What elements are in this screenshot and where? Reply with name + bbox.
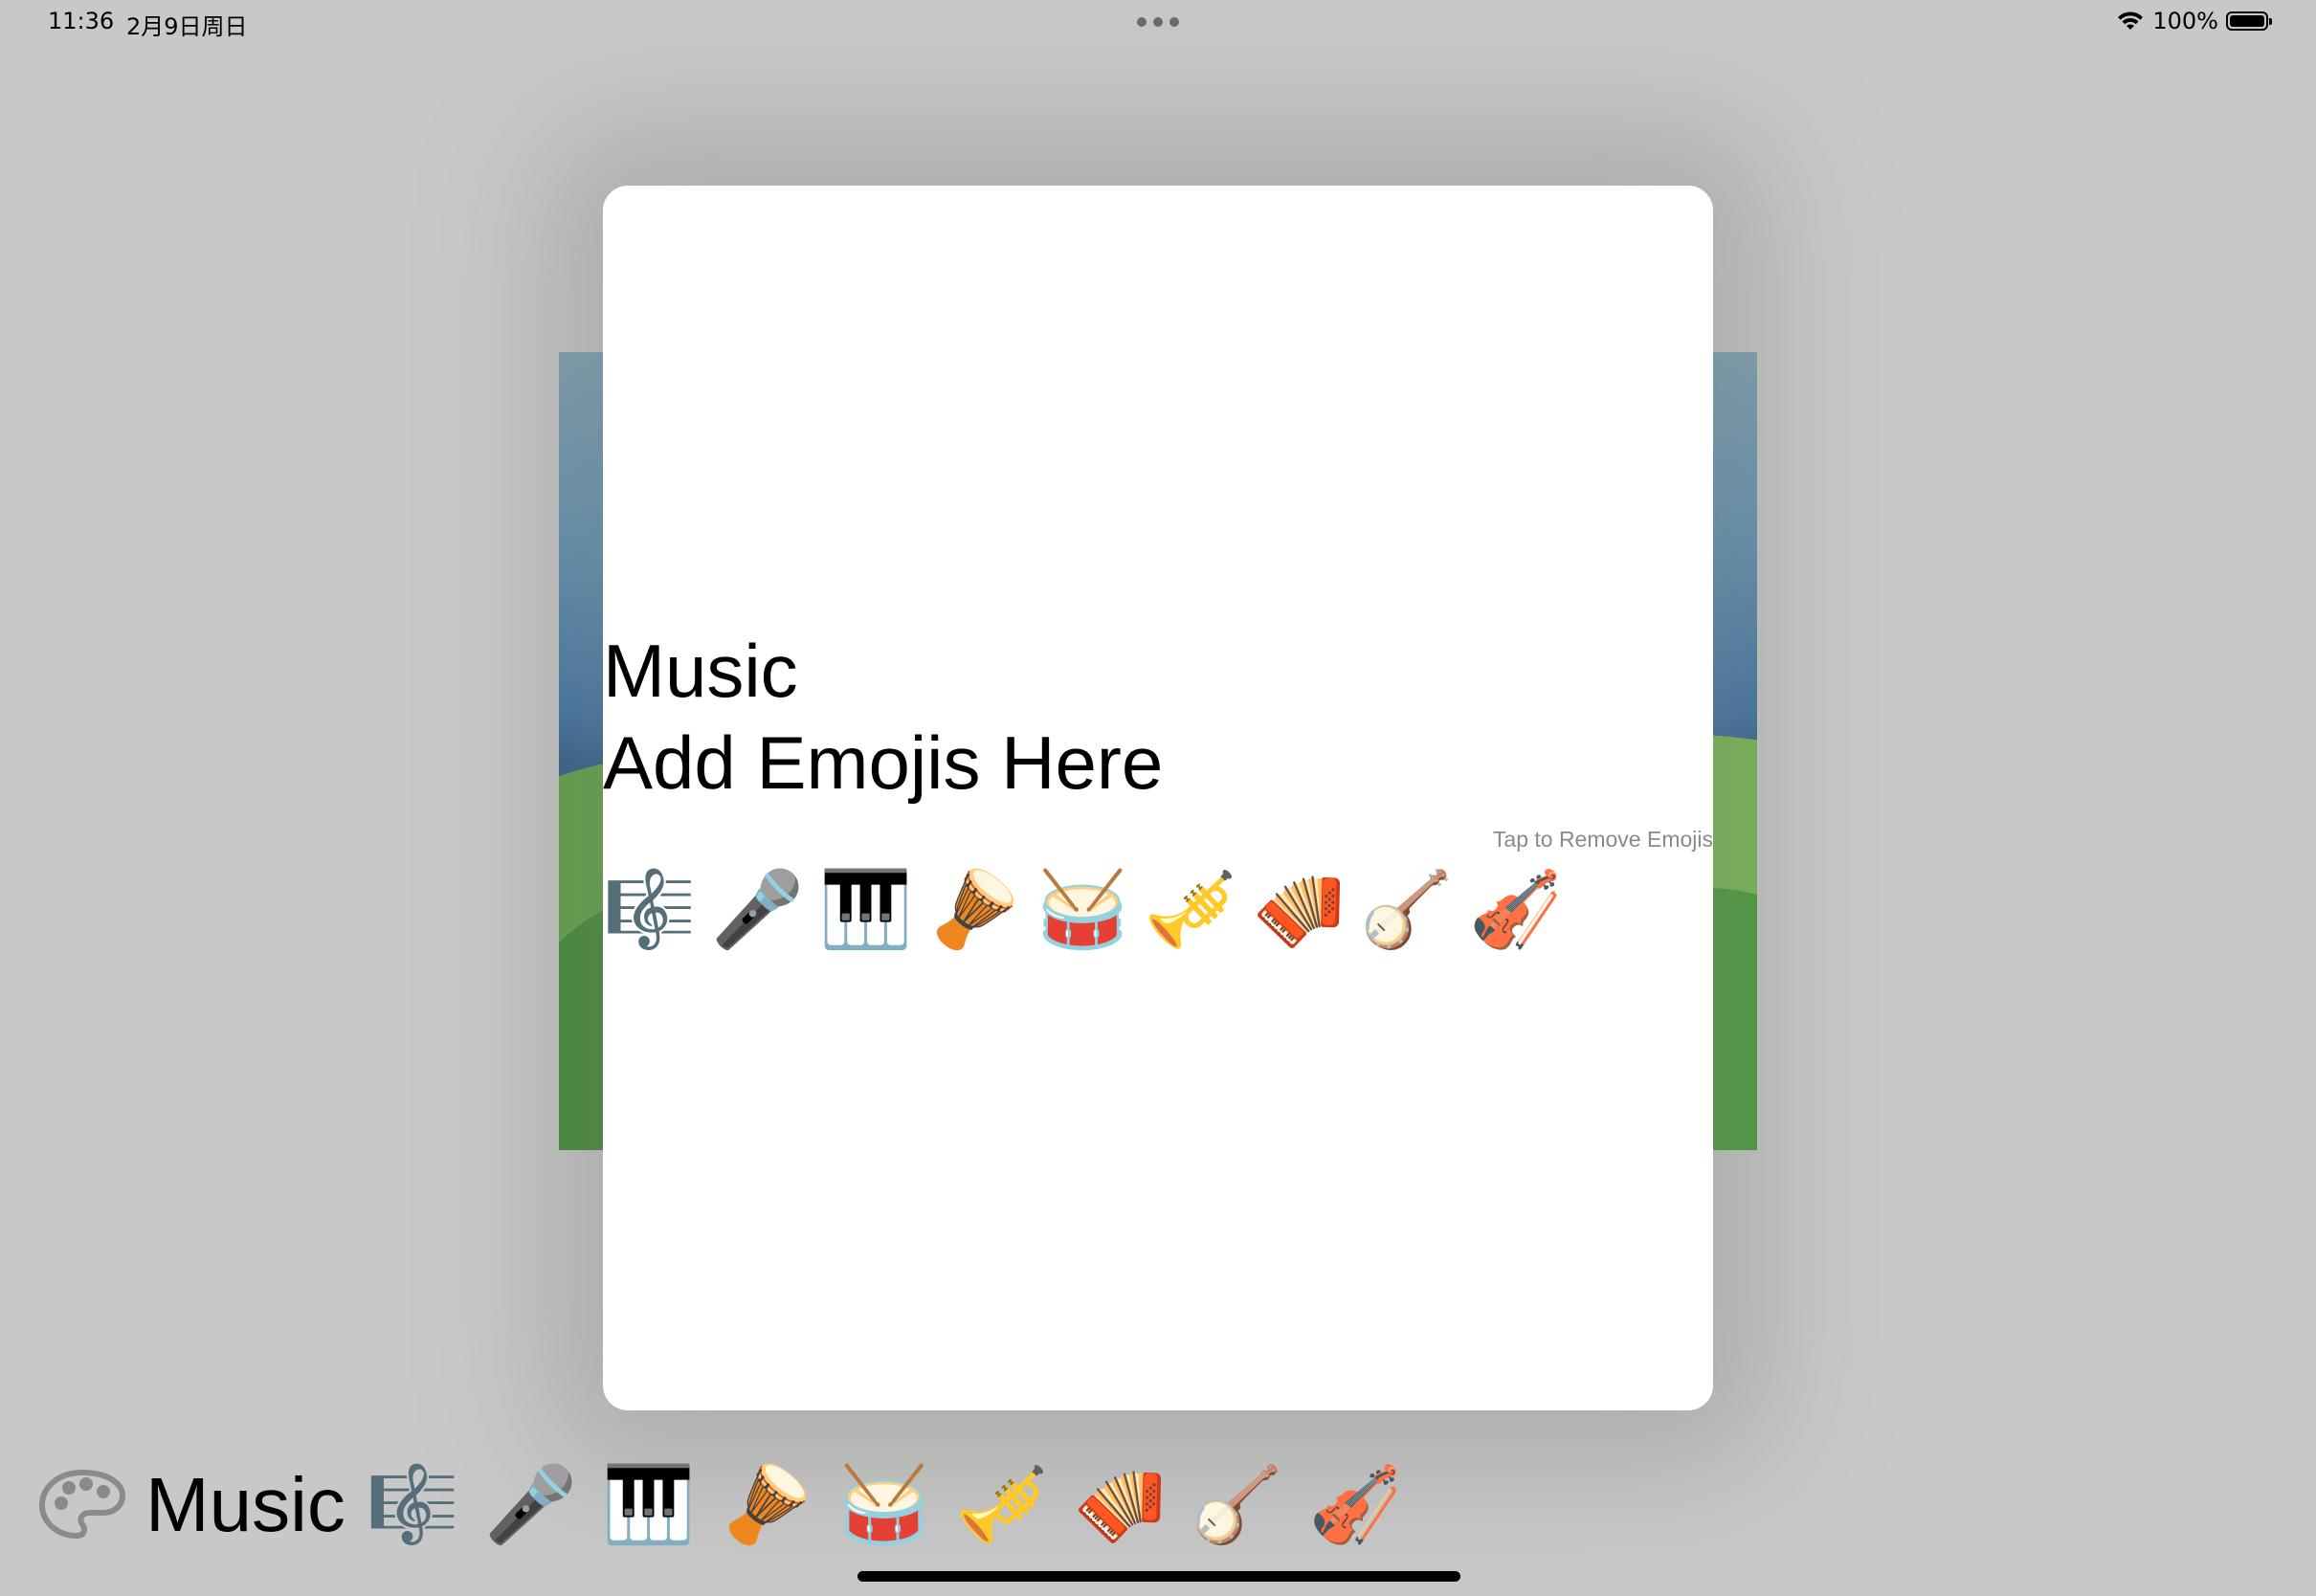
- selected-emoji[interactable]: 🎹: [819, 873, 912, 947]
- selected-emoji[interactable]: 🪗: [1253, 873, 1346, 947]
- tray-emoji[interactable]: 🎼: [367, 1468, 459, 1542]
- remove-emojis-hint: Tap to Remove Emojis: [1492, 827, 1713, 852]
- selected-emoji[interactable]: 🪕: [1361, 873, 1454, 947]
- selected-emoji[interactable]: 🎻: [1469, 873, 1562, 947]
- selected-emoji[interactable]: 🎤: [711, 873, 804, 947]
- status-time: 11:36: [48, 8, 115, 34]
- tray-emoji[interactable]: 🎤: [484, 1468, 577, 1542]
- selected-emoji[interactable]: 🎼: [603, 873, 696, 947]
- status-right: 100%: [2116, 8, 2272, 34]
- tray-emoji[interactable]: 🎺: [956, 1468, 1049, 1542]
- status-date: 2月9日周日: [126, 13, 248, 40]
- selected-emoji[interactable]: 🥁: [1036, 873, 1129, 947]
- home-indicator[interactable]: [857, 1571, 1460, 1582]
- selected-emoji[interactable]: 🎺: [1145, 873, 1237, 947]
- modal-subtitle: Add Emojis Here: [603, 720, 1164, 805]
- tray-emoji[interactable]: 🪗: [1074, 1468, 1167, 1542]
- palette-icon[interactable]: [36, 1467, 128, 1543]
- multitasking-dots-icon[interactable]: [1137, 17, 1179, 27]
- tray-emoji[interactable]: 🪘: [720, 1468, 813, 1542]
- tray-emoji[interactable]: 🎹: [602, 1468, 695, 1542]
- tray-emoji-list: 🎼 🎤 🎹 🪘 🥁 🎺 🪗 🪕 🎻: [367, 1468, 1402, 1542]
- wifi-icon: [2118, 11, 2144, 30]
- category-label: Music: [145, 1462, 345, 1547]
- emoji-tray: Music 🎼 🎤 🎹 🪘 🥁 🎺 🪗 🪕 🎻: [36, 1464, 1402, 1546]
- selected-emoji-list: 🎼 🎤 🎹 🪘 🥁 🎺 🪗 🪕 🎻: [603, 873, 1562, 947]
- tray-emoji[interactable]: 🪕: [1191, 1468, 1284, 1542]
- selected-emoji[interactable]: 🪘: [927, 873, 1020, 947]
- battery-icon: [2226, 11, 2272, 31]
- emoji-picker-modal: Music Add Emojis Here Tap to Remove Emoj…: [603, 186, 1713, 1410]
- tray-emoji[interactable]: 🎻: [1309, 1468, 1402, 1542]
- status-bar: 11:36 2月9日周日 100%: [0, 0, 2316, 48]
- modal-title: Music: [603, 629, 798, 713]
- battery-percent: 100%: [2152, 8, 2218, 34]
- tray-emoji[interactable]: 🥁: [837, 1468, 930, 1542]
